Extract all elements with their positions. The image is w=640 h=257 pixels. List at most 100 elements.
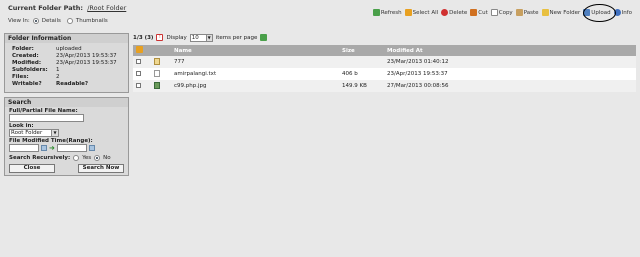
row-checkbox-cell xyxy=(133,56,151,68)
new-folder-button[interactable]: New Folder xyxy=(541,9,580,16)
recursive-no-radio[interactable] xyxy=(94,155,101,161)
per-page-label: items per page xyxy=(215,34,258,41)
select-all-icon xyxy=(136,46,143,53)
details-radio[interactable] xyxy=(32,18,39,24)
file-list-area: 1/3 (3) ! Display 10 ▼ items per page Na… xyxy=(133,33,636,92)
select-all-button[interactable]: Select All xyxy=(404,9,438,16)
paste-button[interactable]: Paste xyxy=(515,9,539,16)
file-modified: 23/Mar/2013 01:40:12 xyxy=(384,56,636,68)
thumbnails-label: Thumbnails xyxy=(75,18,108,24)
delete-icon xyxy=(441,9,449,16)
top-bar: Current Folder Path: /Root Folder View I… xyxy=(0,0,640,32)
writable-label: Writable? xyxy=(12,80,42,87)
file-table: Name Size Modified At 777 23/Mar/2013 01… xyxy=(133,45,636,92)
name-column-header[interactable]: Name xyxy=(171,45,339,56)
date-to-input[interactable] xyxy=(56,144,87,152)
refresh-button[interactable]: Refresh xyxy=(372,9,402,16)
select-all-icon xyxy=(404,9,412,16)
info-button[interactable]: Info xyxy=(613,9,632,16)
page-position: 1/3 (3) xyxy=(133,34,154,41)
look-in-label: Look in: xyxy=(9,123,34,129)
date-range-row: ➜ xyxy=(9,144,128,152)
subfolders-label: Subfolders: xyxy=(12,66,48,73)
view-in-options: View In: Details Thumbnails xyxy=(8,18,108,24)
scissors-icon xyxy=(470,9,478,16)
image-file-icon xyxy=(154,81,160,89)
date-from-input[interactable] xyxy=(9,144,39,152)
calendar-icon[interactable] xyxy=(88,145,95,151)
pager: 1/3 (3) ! Display 10 ▼ items per page xyxy=(133,33,636,42)
upload-button[interactable]: Upload xyxy=(583,9,611,16)
folder-info-panel: Folder Information Folder: uploaded Creat… xyxy=(4,33,129,93)
delete-button[interactable]: Delete xyxy=(441,9,467,16)
row-icon-cell xyxy=(151,80,171,92)
path-label: Current Folder Path: xyxy=(8,4,83,12)
type-column-header xyxy=(151,45,171,56)
file-size: 406 b xyxy=(339,68,384,80)
close-button[interactable]: Close xyxy=(9,164,55,173)
size-column-header[interactable]: Size xyxy=(339,45,384,56)
table-row[interactable]: amirpalangi.txt 406 b 23/Apr/2013 19:53:… xyxy=(133,68,636,80)
details-label: Details xyxy=(41,18,61,24)
chevron-down-icon: ▼ xyxy=(205,34,212,41)
per-page-select[interactable]: 10 ▼ xyxy=(189,33,213,42)
row-checkbox-cell xyxy=(133,68,151,80)
file-size: 149.9 KB xyxy=(339,80,384,92)
folder-label: Folder: xyxy=(12,45,34,52)
row-checkbox-cell xyxy=(133,80,151,92)
per-page-value: 10 xyxy=(191,34,199,41)
root-folder-link[interactable]: /Root Folder xyxy=(87,4,126,12)
upload-icon xyxy=(583,9,591,16)
search-buttons: Close Search Now xyxy=(9,164,124,173)
table-row[interactable]: 777 23/Mar/2013 01:40:12 xyxy=(133,56,636,68)
modified-value: 23/Apr/2013 19:53:37 xyxy=(56,59,117,66)
recursive-yes-label: Yes xyxy=(82,155,92,161)
created-label: Created: xyxy=(12,52,39,59)
copy-icon xyxy=(490,9,498,16)
search-now-button[interactable]: Search Now xyxy=(78,164,124,173)
table-row[interactable]: c99.php.jpg 149.9 KB 27/Mar/2013 00:08:5… xyxy=(133,80,636,92)
subfolders-value: 1 xyxy=(56,66,60,73)
file-name[interactable]: 777 xyxy=(171,56,339,68)
recursive-yes-radio[interactable] xyxy=(73,155,80,161)
look-in-select[interactable]: Root Folder ▼ xyxy=(9,129,59,137)
folder-info-title: Folder Information xyxy=(5,34,128,43)
readable-label: Readable? xyxy=(56,80,89,87)
look-in-value: Root Folder xyxy=(11,130,43,136)
thumbnails-radio[interactable] xyxy=(66,18,73,24)
modified-column-header[interactable]: Modified At xyxy=(384,45,636,56)
row-checkbox[interactable] xyxy=(136,58,141,64)
row-checkbox[interactable] xyxy=(136,70,141,76)
select-all-cell[interactable] xyxy=(133,45,151,56)
file-name[interactable]: c99.php.jpg xyxy=(171,80,339,92)
cut-button[interactable]: Cut xyxy=(470,9,488,16)
row-icon-cell xyxy=(151,56,171,68)
refresh-list-icon[interactable] xyxy=(260,34,268,41)
text-file-icon xyxy=(154,69,160,77)
row-icon-cell xyxy=(151,68,171,80)
modified-label: Modified: xyxy=(12,59,42,66)
view-in-label: View In: xyxy=(8,18,30,24)
folder-search-icon xyxy=(154,57,160,65)
recursive-label: Search Recursively: xyxy=(9,155,71,161)
search-recursively-row: Search Recursively: Yes No xyxy=(9,155,128,161)
files-value: 2 xyxy=(56,73,60,80)
calendar-icon[interactable] xyxy=(41,145,47,151)
file-modified: 23/Apr/2013 19:53:37 xyxy=(384,68,636,80)
files-label: Files: xyxy=(12,73,29,80)
filename-input[interactable] xyxy=(9,114,84,122)
page-info-icon: ! xyxy=(156,34,164,41)
file-size xyxy=(339,56,384,68)
created-value: 23/Apr/2013 19:53:37 xyxy=(56,52,117,59)
table-header-row: Name Size Modified At xyxy=(133,45,636,56)
arrow-right-icon: ➜ xyxy=(49,144,55,152)
current-folder-path: Current Folder Path: /Root Folder xyxy=(8,4,126,12)
search-title: Search xyxy=(5,98,128,107)
folder-info-table: Folder: uploaded Created: 23/Apr/2013 19:5… xyxy=(10,45,119,87)
copy-button[interactable]: Copy xyxy=(490,9,513,16)
row-checkbox[interactable] xyxy=(136,82,141,88)
file-name[interactable]: amirpalangi.txt xyxy=(171,68,339,80)
refresh-icon xyxy=(372,9,380,16)
filename-label: Full/Partial File Name: xyxy=(9,108,78,114)
search-panel: Search Full/Partial File Name: Look in: … xyxy=(4,97,129,176)
